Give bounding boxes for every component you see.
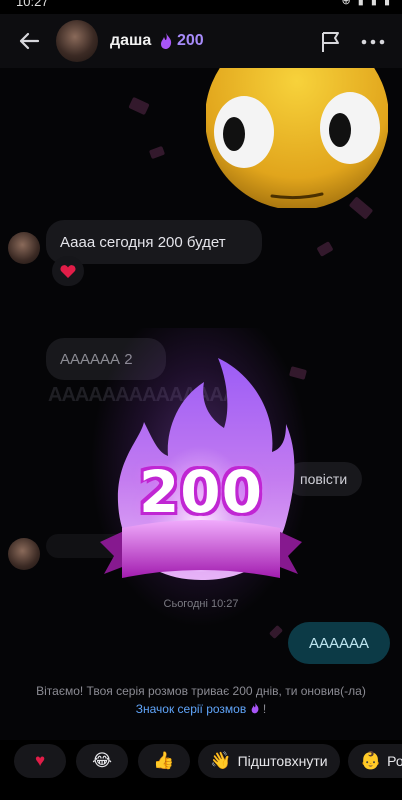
chat-area[interactable]: Аааа сегодня 200 будет АААААА 2 АААААААА… [0, 68, 402, 740]
message-timestamp: Сьогодні 10:27 [163, 598, 239, 610]
quick-reaction-heart[interactable]: ♥ [14, 744, 66, 778]
streak-flame-icon [251, 702, 259, 714]
streak-flame-icon [161, 33, 172, 49]
more-options-icon[interactable] [360, 38, 386, 46]
confetti-piece [316, 241, 334, 257]
streak-badge-link[interactable]: Значок серії розмов [136, 702, 247, 716]
waving-hand-icon: 👋 [210, 751, 232, 770]
next-reaction-label: Ро [387, 753, 402, 769]
nudge-button[interactable]: 👋 Підштовхнути [198, 744, 340, 778]
confetti-piece [148, 145, 166, 160]
baby-face-icon: 👶 [360, 751, 382, 770]
streak-count: 200 [177, 32, 204, 49]
back-arrow-icon[interactable] [14, 26, 44, 56]
badge-streak-number: 200 [138, 458, 264, 526]
report-flag-icon[interactable] [320, 30, 342, 54]
message-text: Аааа сегодня 200 будет [60, 233, 226, 251]
status-bar: 10:27 ⊕ ▮ ▮ ▮ [0, 0, 402, 10]
system-message-text-end: ! [262, 702, 267, 716]
quick-reaction-thumbs-up[interactable]: 👍 [138, 744, 190, 778]
chat-header: даша 200 [0, 14, 402, 68]
face-emoji-effect [206, 68, 388, 208]
message-bubble-outgoing[interactable]: АААААА [288, 622, 390, 664]
message-text: АААААА [308, 634, 370, 652]
confetti-piece [128, 96, 150, 116]
status-time: 10:27 [16, 0, 49, 9]
message-bubble-incoming[interactable]: Аааа сегодня 200 будет [46, 220, 262, 264]
message-reaction[interactable] [52, 256, 84, 286]
quick-reaction-laugh[interactable]: 😂 [76, 744, 128, 778]
quick-reaction-bar: ♥ 😂 👍 👋 Підштовхнути 👶 Ро [0, 740, 402, 800]
heart-icon: ♥ [34, 751, 46, 770]
quick-reaction-next[interactable]: 👶 Ро [348, 744, 402, 778]
contact-avatar[interactable] [56, 20, 98, 62]
streak-system-message: Вітаємо! Твоя серія розмов триває 200 дн… [20, 682, 382, 718]
contact-name[interactable]: даша [110, 32, 151, 50]
contact-avatar-small[interactable] [8, 538, 40, 570]
heart-icon [60, 264, 76, 278]
nudge-label: Підштовхнути [237, 753, 328, 769]
laughing-face-icon: 😂 [92, 751, 112, 770]
status-icons: ⊕ ▮ ▮ ▮ [341, 0, 392, 7]
system-message-text: Вітаємо! Твоя серія розмов триває 200 дн… [36, 684, 366, 698]
thumbs-up-icon: 👍 [153, 751, 175, 770]
contact-avatar-small[interactable] [8, 232, 40, 264]
